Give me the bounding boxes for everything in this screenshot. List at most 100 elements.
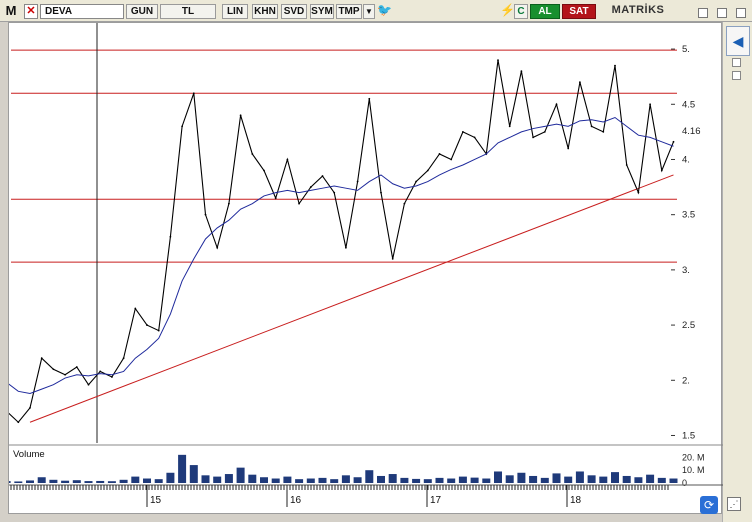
volume-bar <box>412 478 421 483</box>
chevron-down-icon[interactable]: ▼ <box>363 4 375 19</box>
price-point <box>567 147 570 150</box>
maximize-button[interactable] <box>717 8 727 18</box>
volume-bar <box>575 471 584 483</box>
price-point <box>614 64 616 67</box>
price-point <box>602 130 605 133</box>
linear-scale-button[interactable]: LIN <box>222 4 248 19</box>
currency-button[interactable]: TL <box>160 4 216 19</box>
panel-toggle-2[interactable] <box>732 71 741 80</box>
volume-bar <box>400 477 409 483</box>
volume-bar <box>318 477 327 483</box>
close-icon[interactable]: ✕ <box>24 4 38 19</box>
volume-bar <box>353 477 362 483</box>
price-point <box>251 153 254 155</box>
price-point <box>274 197 277 200</box>
volume-bar <box>96 480 105 483</box>
volume-bar <box>552 473 561 483</box>
price-point <box>157 329 160 332</box>
refresh-icon[interactable]: ⟳ <box>700 496 718 514</box>
volume-bar <box>634 477 643 483</box>
volume-tick-label: 10. M <box>682 465 705 475</box>
volume-bar <box>482 478 491 483</box>
price-point <box>309 186 312 188</box>
volume-bar <box>283 476 292 483</box>
volume-bar <box>447 478 456 483</box>
price-chart[interactable]: 1.5 2. 2.5 3. 3.5 4. 4.5 5. 4.16 Volume 20. M 10. … <box>9 23 723 515</box>
panel-toggle-1[interactable] <box>732 58 741 67</box>
price-point <box>356 180 359 183</box>
y-tick-label: 3. <box>682 265 690 276</box>
khn-button[interactable]: KHN <box>252 4 278 19</box>
volume-bar <box>260 477 268 483</box>
volume-bar <box>505 475 514 483</box>
price-point <box>345 246 347 249</box>
price-point <box>462 130 464 133</box>
volume-bar <box>26 480 34 483</box>
y-tick-label: 2. <box>682 375 690 386</box>
minimize-button[interactable] <box>698 8 708 18</box>
price-point <box>415 180 417 183</box>
price-point <box>40 357 43 360</box>
bird-icon[interactable]: 🐦 <box>377 4 392 19</box>
app-logo: M <box>5 3 17 18</box>
x-tick-label: 18 <box>570 495 582 506</box>
price-point <box>204 213 207 216</box>
resize-grip-icon[interactable]: ⋰ <box>727 497 741 511</box>
volume-bar <box>330 479 339 483</box>
chart-area[interactable]: 1.5 2. 2.5 3. 3.5 4. 4.5 5. 4.16 Volume 20. M 10. … <box>8 22 723 515</box>
price-point <box>403 202 406 205</box>
price-point <box>192 92 195 95</box>
volume-bar <box>458 476 467 483</box>
price-point <box>216 246 219 249</box>
price-point <box>134 307 137 310</box>
price-point <box>450 158 453 161</box>
svd-button[interactable]: SVD <box>281 4 307 19</box>
price-point <box>99 370 102 373</box>
volume-bar <box>154 479 163 483</box>
arrow-left-icon[interactable]: ◀ <box>726 26 750 56</box>
price-point <box>555 103 558 106</box>
volume-bar <box>365 470 374 483</box>
y-tick-label: 3.5 <box>682 210 695 221</box>
lightning-icon[interactable]: ⚡ <box>500 4 515 19</box>
price-point <box>75 366 78 368</box>
volume-bar <box>14 481 23 483</box>
price-point <box>380 191 382 194</box>
volume-bar <box>306 478 315 483</box>
toolbar: M ✕ DEVA GUN TL LIN KHN SVD SYM TMP ▼ 🐦 … <box>0 0 752 22</box>
price-point <box>146 324 148 326</box>
price-point <box>637 191 640 194</box>
volume-bar <box>611 472 619 483</box>
sell-button[interactable]: SAT <box>562 4 596 19</box>
last-value-label: 4.16 <box>682 126 701 137</box>
volume-bar <box>622 475 631 483</box>
volume-bar <box>131 476 140 483</box>
volume-bar <box>423 479 432 483</box>
moving-average-line <box>9 116 674 395</box>
price-point <box>228 202 230 205</box>
right-sidebar: ◀ <box>722 22 752 522</box>
volume-bar <box>84 481 93 483</box>
volume-bar <box>189 465 198 483</box>
symbol-field[interactable]: DEVA <box>40 4 124 19</box>
volume-bar <box>435 477 444 483</box>
close-window-button[interactable] <box>736 8 746 18</box>
sym-button[interactable]: SYM <box>310 4 334 19</box>
price-point <box>497 59 499 62</box>
brand-logo: MATRİKS <box>611 4 665 16</box>
tmp-button[interactable]: TMP <box>336 4 362 19</box>
price-point <box>532 136 534 139</box>
volume-bar <box>564 476 573 483</box>
period-button[interactable]: GUN <box>126 4 158 19</box>
x-tick-label: 17 <box>430 495 442 506</box>
price-point <box>298 202 300 205</box>
volume-bar <box>236 467 245 483</box>
price-point <box>391 257 394 260</box>
volume-bar <box>271 478 280 483</box>
price-point <box>649 103 651 106</box>
c-button[interactable]: C <box>514 4 528 19</box>
price-point <box>263 169 265 172</box>
buy-button[interactable]: AL <box>530 4 560 19</box>
volume-bar <box>540 477 549 483</box>
volume-bar <box>657 477 666 483</box>
